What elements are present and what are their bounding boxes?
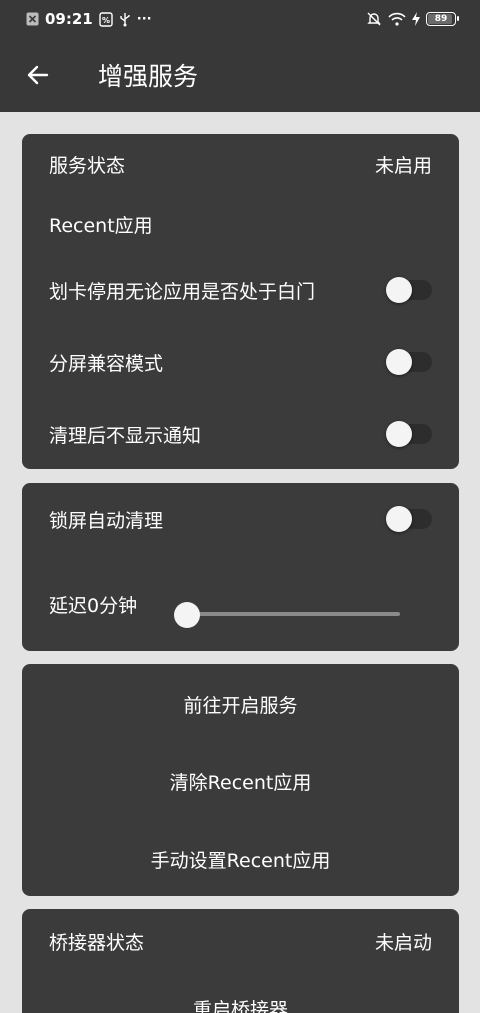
button-divider bbox=[22, 1009, 459, 1013]
lock-clean-row[interactable]: 锁屏自动清理 bbox=[49, 506, 432, 532]
bridge-card: 桥接器状态 未启动 重启桥接器 bbox=[22, 909, 459, 1013]
usb-icon bbox=[120, 12, 130, 26]
service-status-label: 服务状态 bbox=[49, 154, 126, 177]
wifi-icon bbox=[388, 12, 406, 26]
recent-apps-row[interactable]: Recent应用 bbox=[49, 211, 432, 237]
slider-thumb[interactable] bbox=[174, 602, 200, 628]
sim-icon: % bbox=[99, 11, 113, 27]
bridge-status-value: 未启动 bbox=[374, 931, 432, 954]
lock-clean-switch[interactable] bbox=[386, 506, 432, 532]
battery-level: 89 bbox=[434, 14, 448, 24]
split-screen-row[interactable]: 分屏兼容模式 bbox=[49, 349, 432, 375]
app-bar: 增强服务 bbox=[0, 38, 480, 112]
status-left: 09:21 % ··· bbox=[26, 10, 152, 28]
mute-bell-icon bbox=[367, 12, 381, 26]
lock-clean-card: 锁屏自动清理 延迟0分钟 bbox=[22, 483, 459, 651]
switch-thumb bbox=[386, 421, 412, 447]
status-right: 89 bbox=[366, 11, 459, 27]
manual-set-recent-button[interactable]: 手动设置Recent应用 bbox=[22, 846, 459, 873]
recent-apps-label: Recent应用 bbox=[49, 214, 153, 237]
back-button[interactable] bbox=[8, 38, 68, 112]
svg-text:%: % bbox=[102, 16, 110, 25]
status-bar: 09:21 % ··· 89 bbox=[0, 0, 480, 38]
delay-label: 延迟0分钟 bbox=[49, 594, 138, 617]
service-status-row: 服务状态 未启用 bbox=[49, 151, 432, 177]
switch-thumb bbox=[386, 506, 412, 532]
service-card: 服务状态 未启用 Recent应用 划卡停用无论应用是否处于白门 分屏兼容模式 … bbox=[22, 134, 459, 469]
swipe-disable-label: 划卡停用无论应用是否处于白门 bbox=[49, 280, 316, 303]
swipe-disable-row[interactable]: 划卡停用无论应用是否处于白门 bbox=[49, 277, 432, 303]
more-dots: ··· bbox=[136, 11, 152, 27]
swipe-disable-switch[interactable] bbox=[386, 277, 432, 303]
no-notify-label: 清理后不显示通知 bbox=[49, 424, 202, 447]
close-box-icon bbox=[26, 12, 39, 26]
split-screen-switch[interactable] bbox=[386, 349, 432, 375]
clock: 09:21 bbox=[45, 10, 93, 28]
switch-thumb bbox=[386, 349, 412, 375]
switch-thumb bbox=[386, 277, 412, 303]
arrow-back-icon bbox=[27, 65, 49, 85]
bridge-status-row: 桥接器状态 未启动 bbox=[49, 928, 432, 954]
delay-slider[interactable] bbox=[174, 599, 400, 629]
lock-clean-label: 锁屏自动清理 bbox=[49, 509, 164, 532]
go-enable-service-button[interactable]: 前往开启服务 bbox=[22, 691, 459, 718]
no-notify-switch[interactable] bbox=[386, 421, 432, 447]
charging-icon bbox=[412, 12, 420, 26]
actions-card: 前往开启服务 清除Recent应用 手动设置Recent应用 bbox=[22, 664, 459, 896]
split-screen-label: 分屏兼容模式 bbox=[49, 352, 164, 375]
no-notify-row[interactable]: 清理后不显示通知 bbox=[49, 421, 432, 447]
clear-recent-button[interactable]: 清除Recent应用 bbox=[22, 768, 459, 795]
service-status-value: 未启用 bbox=[374, 154, 432, 177]
page-title: 增强服务 bbox=[98, 62, 199, 91]
battery-icon: 89 bbox=[426, 12, 459, 26]
bridge-status-label: 桥接器状态 bbox=[49, 931, 145, 954]
slider-track bbox=[187, 612, 400, 616]
